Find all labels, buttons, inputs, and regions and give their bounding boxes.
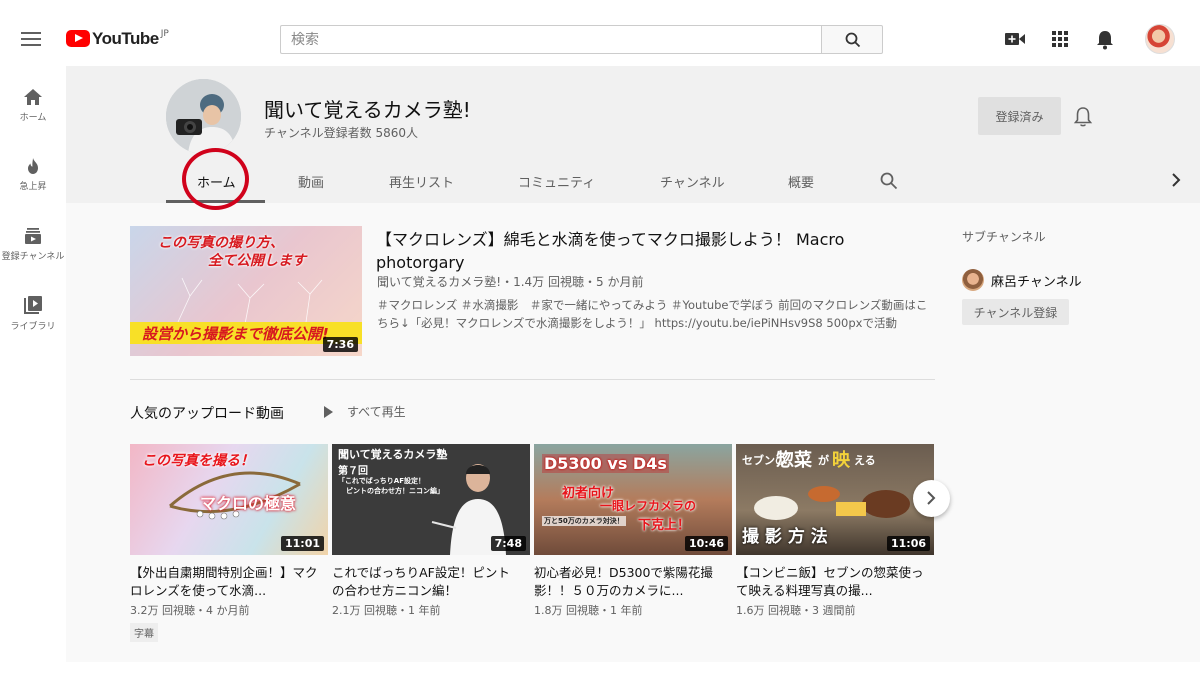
video-thumbnail[interactable]: この写真を撮る！ マクロの極意 11:01: [130, 444, 328, 555]
tab-videos[interactable]: 動画: [298, 172, 324, 191]
search-input[interactable]: [281, 26, 822, 53]
featured-video-thumbnail[interactable]: この写真の撮り方、 全て公開します 設営から撮影まで徹底公開! 7:36: [130, 226, 362, 356]
channel-title: 聞いて覚えるカメラ塾!: [264, 98, 471, 122]
popular-uploads-title[interactable]: 人気のアップロード動画: [130, 403, 284, 423]
thumbnail-text: 第７回: [338, 466, 368, 477]
sidebar-item-trending[interactable]: 急上昇: [0, 157, 66, 192]
thumbnail-text: える: [854, 454, 876, 467]
menu-icon[interactable]: [21, 30, 41, 46]
play-all-label: すべて再生: [347, 405, 406, 419]
video-title[interactable]: 【コンビニ飯】セブンの惣菜使って映える料理写真の撮...: [736, 564, 926, 600]
subchannel-item[interactable]: 麻呂チャンネル: [962, 269, 1082, 291]
thumbnail-text-line1: この写真の撮り方、: [158, 235, 284, 251]
notifications-bell-icon[interactable]: [1096, 30, 1114, 50]
video-meta: 2.1万 回視聴・1 年前: [332, 604, 441, 617]
top-bar: YouTube JP: [0, 0, 1200, 66]
chevron-right-icon[interactable]: [1170, 172, 1182, 188]
video-thumbnail[interactable]: 聞いて覚えるカメラ塾 第７回 「これでばっちりAF設定！ ピントの合わせ方！ニコ…: [332, 444, 530, 555]
thumbnail-text: D5300 vs D4s: [542, 454, 669, 473]
video-duration: 7:36: [322, 337, 358, 352]
thumbnail-text: この写真を撮る！: [142, 453, 254, 469]
logo-country: JP: [160, 29, 169, 39]
thumbnail-text: が: [818, 454, 829, 467]
carousel-next-button[interactable]: [913, 480, 950, 517]
youtube-logo[interactable]: YouTube JP: [66, 27, 169, 51]
thumbnail-text: 下克上！: [638, 518, 691, 533]
subscribed-button[interactable]: 登録済み: [978, 97, 1061, 135]
play-all-button[interactable]: すべて再生: [324, 403, 406, 420]
featured-video-title[interactable]: 【マクロレンズ】綿毛と水滴を使ってマクロ撮影しよう！ Macro photorg…: [376, 228, 886, 274]
highlight-circle-annotation: [182, 148, 249, 210]
video-title[interactable]: 【外出自粛期間特別企画！】マクロレンズを使って水滴...: [130, 564, 320, 600]
user-avatar[interactable]: [1145, 24, 1175, 54]
create-video-icon[interactable]: [1004, 30, 1026, 48]
video-duration: 11:01: [280, 536, 324, 551]
tab-channels[interactable]: チャンネル: [660, 172, 725, 191]
video-thumbnail[interactable]: セブンの 惣菜 が 映 える 撮 影 方 法 11:06: [736, 444, 934, 555]
tab-about[interactable]: 概要: [788, 172, 814, 191]
video-meta: 1.8万 回視聴・1 年前: [534, 604, 643, 617]
featured-video-meta: 聞いて覚えるカメラ塾!・1.4万 回視聴・5 か月前: [377, 275, 644, 289]
apps-grid-icon[interactable]: [1051, 30, 1069, 48]
thumbnail-text: 映: [832, 450, 850, 471]
sidebar-item-label: 急上昇: [19, 182, 47, 192]
featured-video-description: ＃マクロレンズ ＃水滴撮影 ＃家で一緒にやってみよう ＃Youtubeで学ぼう …: [377, 298, 928, 330]
thumbnail-text: 一眼レフカメラの: [600, 499, 697, 513]
thumbnail-text: 万と50万のカメラ対決！: [542, 516, 626, 526]
captions-badge: 字幕: [130, 623, 158, 642]
thumbnail-text: 「これでばっちりAF設定！: [338, 477, 425, 485]
video-meta: 1.6万 回視聴・3 週間前: [736, 604, 856, 617]
subchannel-name[interactable]: 麻呂チャンネル: [991, 271, 1082, 290]
subchannels-title: サブチャンネル: [962, 230, 1046, 244]
section-divider: [130, 379, 935, 380]
sidebar-item-label: ホーム: [19, 113, 47, 123]
tab-playlists[interactable]: 再生リスト: [389, 172, 454, 191]
video-card[interactable]: D5300 vs D4s 初者向け 一眼レフカメラの 下克上！ 万と50万のカメ…: [534, 444, 732, 618]
thumbnail-text: マクロの極意: [200, 494, 297, 513]
sidebar: ホーム 急上昇 登録チャンネル ライブラリ: [0, 66, 66, 675]
video-duration: 10:46: [684, 536, 728, 551]
channel-notification-bell-icon[interactable]: [1073, 106, 1093, 128]
library-icon: [24, 296, 42, 314]
flame-icon: [28, 158, 38, 174]
subscriber-count: チャンネル登録者数 5860人: [264, 126, 418, 140]
main-content: 聞いて覚えるカメラ塾! チャンネル登録者数 5860人 登録済み ホーム 動画 …: [66, 66, 1200, 662]
channel-search-icon[interactable]: [880, 172, 898, 190]
sidebar-item-label: ライブラリ: [10, 322, 56, 332]
thumbnail-text: 惣菜: [776, 450, 812, 471]
sidebar-item-subscriptions[interactable]: 登録チャンネル: [0, 227, 66, 262]
search-icon: [845, 32, 861, 48]
sidebar-item-home[interactable]: ホーム: [0, 88, 66, 123]
chevron-right-icon: [927, 491, 936, 505]
search-box: [280, 25, 822, 54]
home-icon: [24, 89, 42, 105]
channel-avatar[interactable]: [166, 79, 241, 154]
video-title[interactable]: 初心者必見！D5300で紫陽花撮影！！５０万のカメラに...: [534, 564, 724, 600]
video-thumbnail[interactable]: D5300 vs D4s 初者向け 一眼レフカメラの 下克上！ 万と50万のカメ…: [534, 444, 732, 555]
video-duration: 7:48: [490, 536, 526, 551]
tab-community[interactable]: コミュニティ: [518, 172, 595, 191]
search-button[interactable]: [821, 25, 883, 54]
subchannel-subscribe-button[interactable]: チャンネル登録: [962, 299, 1069, 325]
thumbnail-text: ピントの合わせ方！ニコン編」: [346, 487, 444, 495]
video-card[interactable]: セブンの 惣菜 が 映 える 撮 影 方 法 11:06 【コンビニ飯】セブンの…: [736, 444, 934, 618]
thumbnail-text-line2: 全て公開します: [208, 253, 306, 269]
video-card[interactable]: 聞いて覚えるカメラ塾 第７回 「これでばっちりAF設定！ ピントの合わせ方！ニコ…: [332, 444, 530, 618]
play-icon: [324, 405, 333, 418]
sidebar-item-library[interactable]: ライブラリ: [0, 295, 66, 332]
youtube-play-icon: [66, 30, 90, 47]
thumbnail-text: 撮 影 方 法: [742, 527, 828, 547]
logo-text: YouTube: [92, 29, 159, 48]
thumbnail-banner-text: 設営から撮影まで徹底公開!: [142, 325, 329, 343]
channel-avatar-image: [166, 79, 241, 154]
subchannel-avatar[interactable]: [962, 269, 984, 291]
thumbnail-text: 聞いて覚えるカメラ塾: [338, 448, 448, 461]
video-meta: 3.2万 回視聴・4 か月前: [130, 604, 250, 617]
video-title[interactable]: これでばっちりAF設定！ピントの合わせ方ニコン編！: [332, 564, 522, 600]
sidebar-item-label: 登録チャンネル: [1, 252, 65, 262]
channel-header: 聞いて覚えるカメラ塾! チャンネル登録者数 5860人 登録済み ホーム 動画 …: [66, 66, 1200, 210]
video-duration: 11:06: [886, 536, 930, 551]
subscriptions-icon: [25, 228, 41, 244]
video-card[interactable]: この写真を撮る！ マクロの極意 11:01 【外出自粛期間特別企画！】マクロレン…: [130, 444, 328, 642]
